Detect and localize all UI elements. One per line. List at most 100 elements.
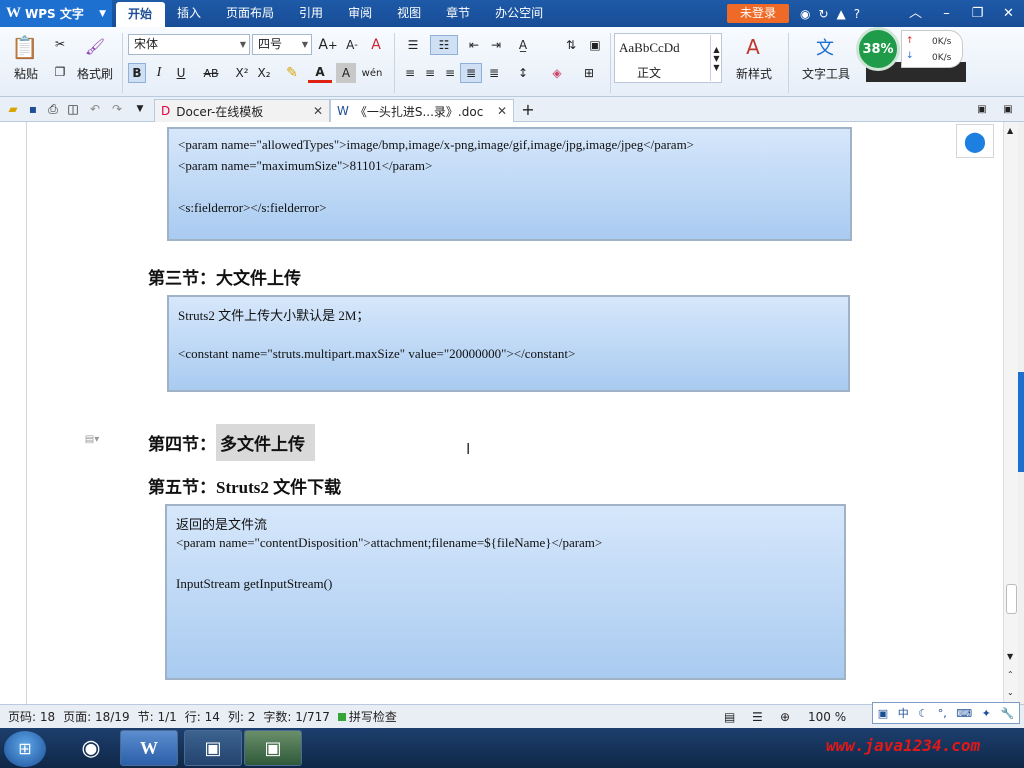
shading-icon[interactable]: ◈ (544, 63, 570, 83)
tab-chapter[interactable]: 章节 (434, 0, 483, 27)
location-pin-icon[interactable]: ⬤ (956, 124, 994, 158)
phonetic-icon[interactable]: wén (360, 63, 384, 83)
recorder-task-icon[interactable]: ▣ (244, 730, 302, 766)
shirt-icon[interactable]: ▲ (837, 7, 846, 21)
next-page-icon[interactable]: ⌄ (1007, 688, 1014, 697)
underline-button[interactable]: U (170, 63, 192, 83)
tab-review[interactable]: 审阅 (336, 0, 385, 27)
tab-office-space[interactable]: 办公空间 (483, 0, 556, 27)
close-icon[interactable]: ✕ (993, 0, 1024, 27)
shrink-font-icon[interactable]: A- (342, 35, 362, 55)
app-task-icon[interactable]: ▣ (184, 730, 242, 766)
subscript-button[interactable]: X₂ (254, 63, 274, 83)
tab-start[interactable]: 开始 (116, 2, 166, 27)
skin-icon[interactable]: ◉ (800, 7, 810, 21)
char-shading-icon[interactable]: A (336, 63, 356, 83)
align-right-icon[interactable]: ≡ (440, 63, 460, 83)
text-direction-icon[interactable]: A̲ (510, 35, 536, 55)
numbered-list-icon[interactable]: ☷ (430, 35, 458, 55)
quick-access-dropdown-icon[interactable]: ▼ (132, 100, 148, 118)
bullet-list-icon[interactable]: ☰ (400, 35, 426, 55)
heading-4-selected-text[interactable]: 多文件上传 (216, 424, 315, 461)
ime-settings-icon[interactable]: ✦ (982, 707, 991, 720)
ime-language[interactable]: 中 (898, 705, 909, 721)
justify-icon[interactable]: ≣ (460, 63, 482, 83)
brush-icon[interactable]: 🖌 (84, 35, 106, 57)
ime-moon-icon[interactable]: ☾ (918, 707, 928, 720)
clear-format-icon[interactable]: A (366, 35, 386, 55)
paste-button[interactable]: 粘贴 (6, 65, 46, 81)
zoom-level[interactable]: 100 % (808, 705, 846, 729)
ime-toolbar[interactable]: ▣ 中 ☾ °, ⌨ ✦ 🔧 (872, 702, 1020, 724)
italic-button[interactable]: I (150, 63, 168, 83)
redo-icon[interactable]: ↷ (108, 100, 126, 118)
close-tab-icon[interactable]: ✕ (497, 104, 507, 118)
show-marks-icon[interactable]: ▣ (584, 35, 606, 55)
net-monitor-percent[interactable]: 38% (856, 27, 900, 71)
ime-keyboard-icon[interactable]: ⌨ (956, 707, 972, 720)
tab-document[interactable]: W 《一头扎进S...录》.doc ✕ (330, 99, 514, 122)
help-icon[interactable]: ? (854, 7, 860, 21)
scroll-thumb[interactable] (1006, 584, 1017, 614)
style-gallery[interactable]: AaBbCcDd 正文 (614, 33, 722, 83)
line-spacing-icon[interactable]: ↕ (510, 63, 536, 83)
prev-page-icon[interactable]: ⌃ (1007, 670, 1014, 679)
distribute-icon[interactable]: ≣ (484, 63, 504, 83)
status-pages[interactable]: 页面: 18/19 (63, 708, 129, 725)
tab-docer[interactable]: D Docer-在线模板 ✕ (154, 99, 330, 122)
task-pane-toggle[interactable] (1018, 372, 1024, 472)
text-tools-button[interactable]: 文字工具 (794, 65, 858, 81)
paragraph-handle-icon[interactable]: ▤▾ (80, 432, 104, 446)
paste-icon[interactable]: 📋 (8, 33, 42, 63)
text-tools-icon[interactable]: 文 (810, 33, 840, 61)
open-folder-icon[interactable]: ▰ (4, 100, 22, 118)
bold-button[interactable]: B (128, 63, 146, 83)
wps-writer-task-icon[interactable]: W (120, 730, 178, 766)
increase-indent-icon[interactable]: ⇥ (486, 35, 506, 55)
align-left-icon[interactable]: ≡ (400, 63, 420, 83)
tab-list-icon[interactable]: ▣ (974, 100, 990, 118)
format-painter-button[interactable]: 格式刷 (74, 65, 116, 81)
border-icon[interactable]: ⊞ (576, 63, 602, 83)
tab-insert[interactable]: 插入 (165, 0, 214, 27)
scroll-down-icon[interactable]: ▼ (1007, 652, 1013, 661)
collapse-ribbon-icon[interactable]: ︿ (900, 0, 931, 27)
vertical-scrollbar[interactable]: ▲ ▼ ⌃ ⌄ (1003, 122, 1018, 704)
ime-wrench-icon[interactable]: 🔧 (1000, 707, 1014, 720)
login-button[interactable]: 未登录 (727, 4, 789, 23)
ime-punct-icon[interactable]: °, (938, 707, 947, 720)
tab-references[interactable]: 引用 (287, 0, 336, 27)
windows-start-icon[interactable]: ⊞ (4, 731, 46, 767)
status-word-count[interactable]: 字数: 1/717 (263, 708, 329, 725)
web-view-icon[interactable]: ⊕ (780, 710, 790, 724)
grow-font-icon[interactable]: A + (318, 35, 338, 55)
minimize-icon[interactable]: – (931, 0, 962, 27)
restore-icon[interactable]: ❐ (962, 0, 993, 27)
tab-view[interactable]: 视图 (385, 0, 434, 27)
undo-icon[interactable]: ↶ (86, 100, 104, 118)
wps-app-menu-button[interactable]: W WPS 文字 ▼ (0, 0, 112, 27)
decrease-indent-icon[interactable]: ⇤ (464, 35, 484, 55)
new-tab-icon[interactable]: + (518, 100, 538, 119)
refresh-icon[interactable]: ↻ (818, 7, 828, 21)
style-gallery-scroll[interactable]: ▲ ▼ ▼ (710, 35, 722, 81)
font-name-select[interactable]: 宋体 ▼ (128, 34, 250, 55)
media-player-icon[interactable]: ◉ (62, 730, 120, 766)
tab-page-layout[interactable]: 页面布局 (214, 0, 287, 27)
save-icon[interactable]: ▪ (24, 100, 42, 118)
print-icon[interactable]: ⎙ (44, 100, 62, 118)
spell-check-toggle[interactable]: 拼写检查 (337, 708, 397, 725)
outline-view-icon[interactable]: ☰ (752, 710, 763, 724)
tab-menu-icon[interactable]: ▣ (1000, 100, 1016, 118)
cut-icon[interactable]: ✂ (50, 35, 70, 53)
new-style-icon[interactable]: A (736, 33, 770, 61)
copy-icon[interactable]: ❐ (50, 63, 70, 81)
print-preview-icon[interactable]: ◫ (64, 100, 82, 118)
align-center-icon[interactable]: ≡ (420, 63, 440, 83)
font-color-icon[interactable]: A (308, 63, 332, 83)
ime-logo-icon[interactable]: ▣ (878, 707, 888, 720)
page-view-icon[interactable]: ▤ (724, 710, 735, 724)
sort-icon[interactable]: ⇅ (560, 35, 582, 55)
new-style-button[interactable]: 新样式 (726, 65, 782, 81)
scroll-up-icon[interactable]: ▲ (1007, 126, 1013, 135)
